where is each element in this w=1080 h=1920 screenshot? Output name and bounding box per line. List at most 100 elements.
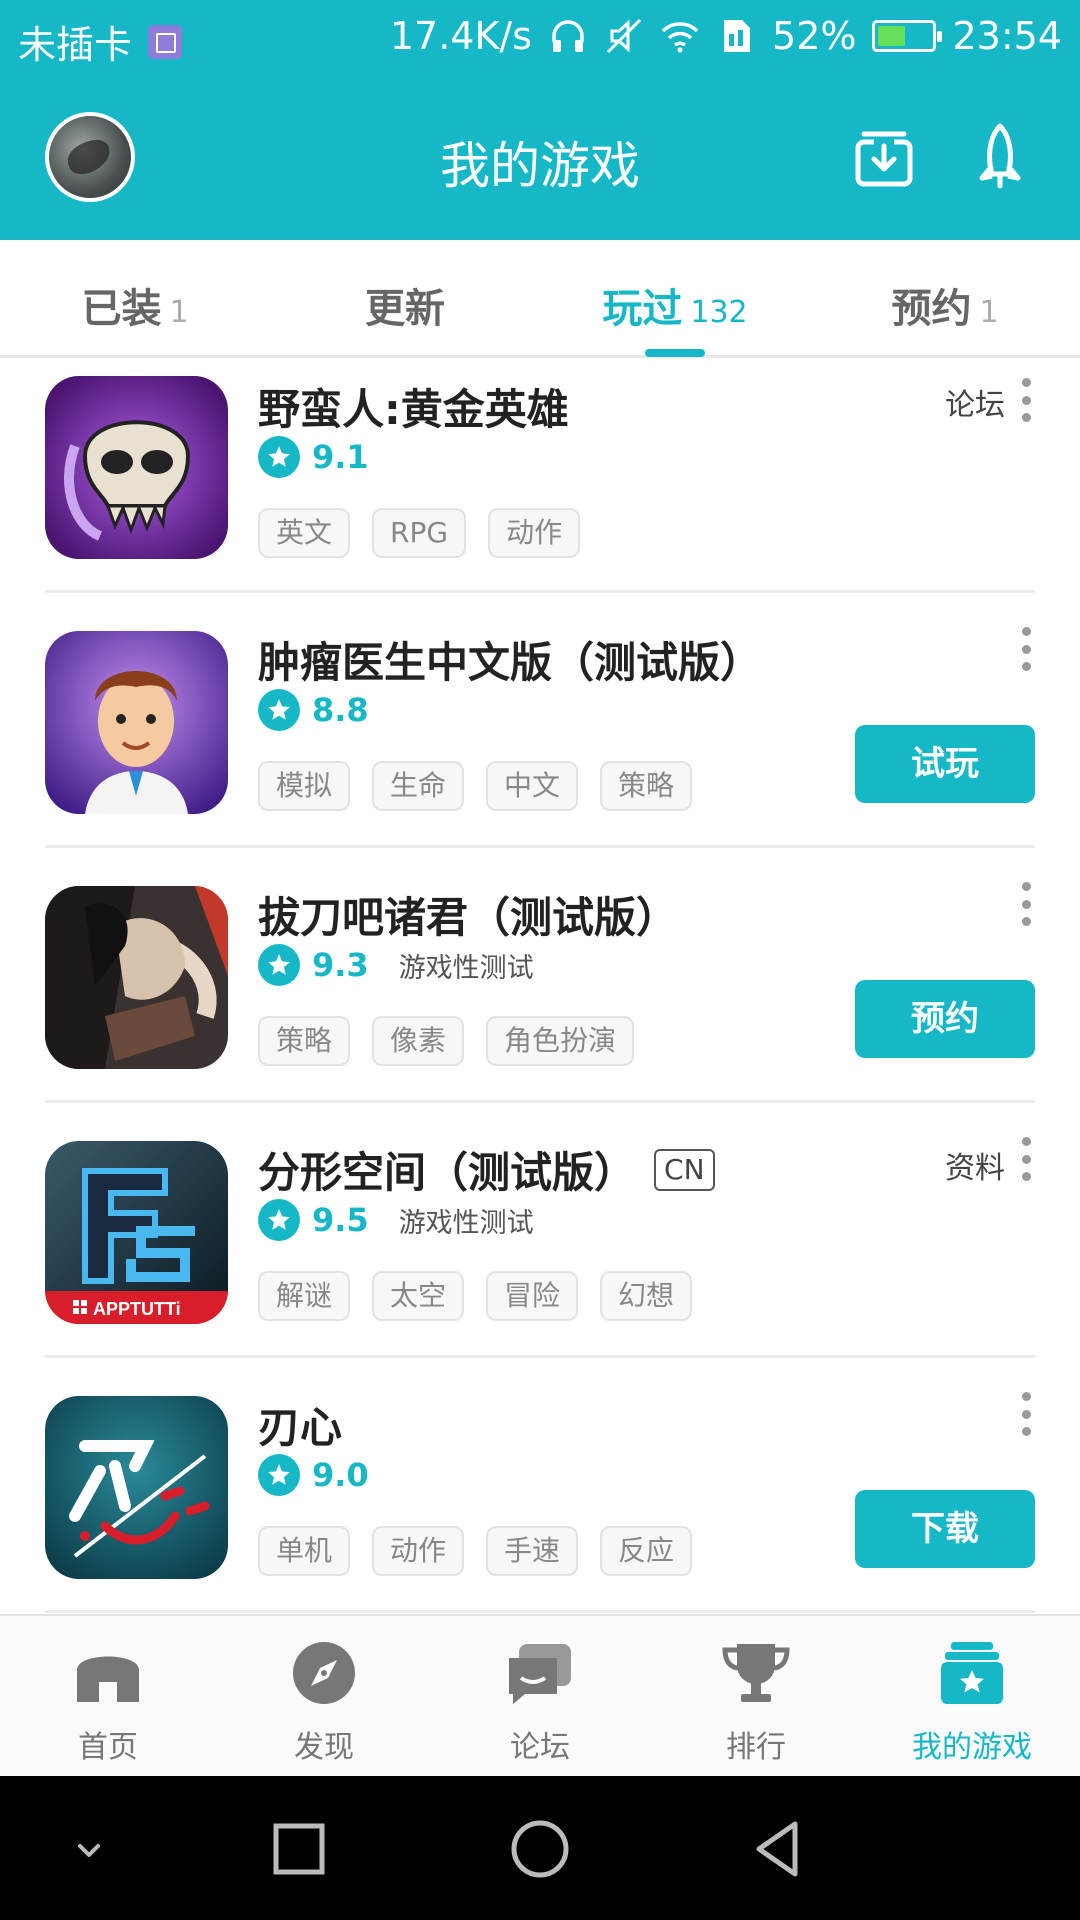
game-tag[interactable]: 像素 bbox=[372, 1016, 465, 1066]
game-rating: 9.5 游戏性测试 bbox=[258, 1199, 534, 1241]
game-score: 9.1 bbox=[312, 438, 369, 476]
more-options-icon[interactable] bbox=[1011, 627, 1041, 671]
game-tag[interactable]: 英文 bbox=[258, 508, 351, 558]
game-tag[interactable]: 模拟 bbox=[258, 761, 351, 811]
carrier-text: 未插卡 bbox=[18, 23, 133, 67]
game-rating: 8.8 bbox=[258, 689, 369, 731]
tab-updates[interactable]: 更新 bbox=[270, 240, 540, 355]
nav-my-games[interactable]: 我的游戏 bbox=[864, 1616, 1080, 1776]
tab-label: 预约 bbox=[891, 286, 972, 332]
game-score: 9.5 bbox=[312, 1201, 369, 1239]
game-list-item[interactable]: 刃心 9.0 单机 动作 手速 反应 下载 bbox=[45, 1358, 1035, 1613]
download-button[interactable]: 下载 bbox=[855, 1490, 1035, 1568]
nav-label: 首页 bbox=[78, 1730, 138, 1765]
mute-icon bbox=[606, 18, 642, 54]
game-icon-fractal-space[interactable]: APPTUTTi bbox=[45, 1141, 228, 1324]
game-tag[interactable]: 冒险 bbox=[486, 1271, 579, 1321]
download-manager-icon[interactable] bbox=[848, 120, 920, 192]
game-title[interactable]: 刃心 bbox=[258, 1394, 342, 1455]
game-icon-blade-heart[interactable] bbox=[45, 1396, 228, 1579]
recent-apps-icon[interactable] bbox=[264, 1814, 334, 1884]
game-tag[interactable]: 中文 bbox=[486, 761, 579, 811]
game-tags: 单机 动作 手速 反应 bbox=[258, 1526, 693, 1576]
game-icon-barbarian[interactable] bbox=[45, 376, 228, 559]
test-status-note: 游戏性测试 bbox=[398, 952, 534, 984]
game-tag[interactable]: 策略 bbox=[258, 1016, 351, 1066]
clock: 23:54 bbox=[952, 14, 1062, 58]
game-list-item[interactable]: 野蛮人:黄金英雄 9.1 英文 RPG 动作 论坛 bbox=[45, 360, 1035, 593]
network-speed: 17.4K/s bbox=[389, 14, 533, 58]
home-button-icon[interactable] bbox=[505, 1814, 575, 1884]
nav-home[interactable]: 首页 bbox=[0, 1616, 216, 1776]
game-rating: 9.0 bbox=[258, 1454, 369, 1496]
game-tag[interactable]: 动作 bbox=[372, 1526, 465, 1576]
game-list-item[interactable]: 肿瘤医生中文版（测试版） 8.8 模拟 生命 中文 策略 试玩 bbox=[45, 593, 1035, 848]
game-list-item[interactable]: APPTUTTi 分形空间（测试版） CN 9.5 游戏性测试 解谜 太空 冒险… bbox=[45, 1103, 1035, 1358]
tab-count: 1 bbox=[979, 295, 999, 330]
game-list-item[interactable]: 拔刀吧诸君（测试版） 9.3 游戏性测试 策略 像素 角色扮演 预约 bbox=[45, 848, 1035, 1103]
game-tags: 英文 RPG 动作 bbox=[258, 508, 581, 558]
game-score: 9.0 bbox=[312, 1456, 369, 1494]
game-title[interactable]: 拔刀吧诸君（测试版） bbox=[258, 884, 678, 945]
more-options-icon[interactable] bbox=[1011, 1392, 1041, 1436]
tab-bar: 已装 1 更新 玩过 132 预约 1 bbox=[0, 240, 1080, 358]
game-tag[interactable]: 解谜 bbox=[258, 1271, 351, 1321]
nav-label: 我的游戏 bbox=[912, 1730, 1032, 1765]
more-options-icon[interactable] bbox=[1011, 882, 1041, 926]
game-tag[interactable]: 动作 bbox=[488, 508, 581, 558]
back-icon[interactable] bbox=[745, 1814, 815, 1884]
nav-label: 发现 bbox=[294, 1730, 354, 1765]
game-tag[interactable]: 策略 bbox=[600, 761, 693, 811]
active-tab-indicator bbox=[645, 349, 705, 357]
status-bar: 未插卡 17.4K/s 52% 23:54 bbox=[0, 0, 1080, 76]
try-play-button[interactable]: 试玩 bbox=[855, 725, 1035, 803]
reserve-button[interactable]: 预约 bbox=[855, 980, 1035, 1058]
nav-label: 论坛 bbox=[510, 1730, 570, 1765]
app-header: 我的游戏 bbox=[0, 76, 1080, 240]
tab-label: 已装 bbox=[81, 286, 162, 332]
tab-installed[interactable]: 已装 1 bbox=[0, 240, 270, 355]
battery-icon bbox=[872, 20, 943, 52]
my-games-icon bbox=[941, 1642, 1003, 1704]
game-tag[interactable]: 反应 bbox=[600, 1526, 693, 1576]
wifi-icon bbox=[661, 22, 699, 53]
region-badge: CN bbox=[654, 1148, 715, 1191]
game-score: 9.3 bbox=[312, 946, 369, 984]
game-tag[interactable]: 手速 bbox=[486, 1526, 579, 1576]
game-icon-tumor-doctor[interactable] bbox=[45, 631, 228, 814]
sim-slot-icon bbox=[724, 20, 751, 52]
game-icon-draw-sword[interactable] bbox=[45, 886, 228, 1069]
star-icon bbox=[258, 944, 300, 986]
tab-reserved[interactable]: 预约 1 bbox=[810, 240, 1080, 355]
info-link[interactable]: 资料 bbox=[945, 1143, 1005, 1187]
game-tag[interactable]: 太空 bbox=[372, 1271, 465, 1321]
nav-ranking[interactable]: 排行 bbox=[648, 1616, 864, 1776]
nav-label: 排行 bbox=[726, 1730, 786, 1765]
nav-discover[interactable]: 发现 bbox=[216, 1616, 432, 1776]
game-title-text: 刃心 bbox=[258, 1403, 343, 1452]
game-score: 8.8 bbox=[312, 691, 369, 729]
game-title[interactable]: 野蛮人:黄金英雄 bbox=[258, 376, 569, 437]
nav-forum[interactable]: 论坛 bbox=[432, 1616, 648, 1776]
game-tag[interactable]: 单机 bbox=[258, 1526, 351, 1576]
game-tag[interactable]: RPG bbox=[372, 508, 467, 558]
test-status-note: 游戏性测试 bbox=[398, 1207, 534, 1239]
tab-played[interactable]: 玩过 132 bbox=[540, 240, 810, 357]
game-tags: 策略 像素 角色扮演 bbox=[258, 1016, 635, 1066]
status-left: 未插卡 bbox=[18, 14, 183, 69]
more-options-icon[interactable] bbox=[1011, 1137, 1041, 1181]
headphones-icon bbox=[552, 20, 584, 52]
game-title[interactable]: 分形空间（测试版） CN bbox=[258, 1139, 715, 1200]
gallery-notification-icon bbox=[148, 24, 183, 59]
star-icon bbox=[258, 1454, 300, 1496]
more-options-icon[interactable] bbox=[1011, 378, 1041, 422]
bottom-navigation: 首页 发现 论坛 排行 我的游戏 bbox=[0, 1614, 1080, 1776]
compass-icon bbox=[293, 1642, 355, 1704]
game-tag[interactable]: 幻想 bbox=[600, 1271, 693, 1321]
game-tag[interactable]: 角色扮演 bbox=[486, 1016, 635, 1066]
game-title[interactable]: 肿瘤医生中文版（测试版） bbox=[258, 629, 762, 690]
rocket-icon[interactable] bbox=[964, 120, 1036, 192]
chevron-down-icon[interactable] bbox=[54, 1814, 124, 1884]
forum-link[interactable]: 论坛 bbox=[945, 380, 1005, 424]
game-tag[interactable]: 生命 bbox=[372, 761, 465, 811]
